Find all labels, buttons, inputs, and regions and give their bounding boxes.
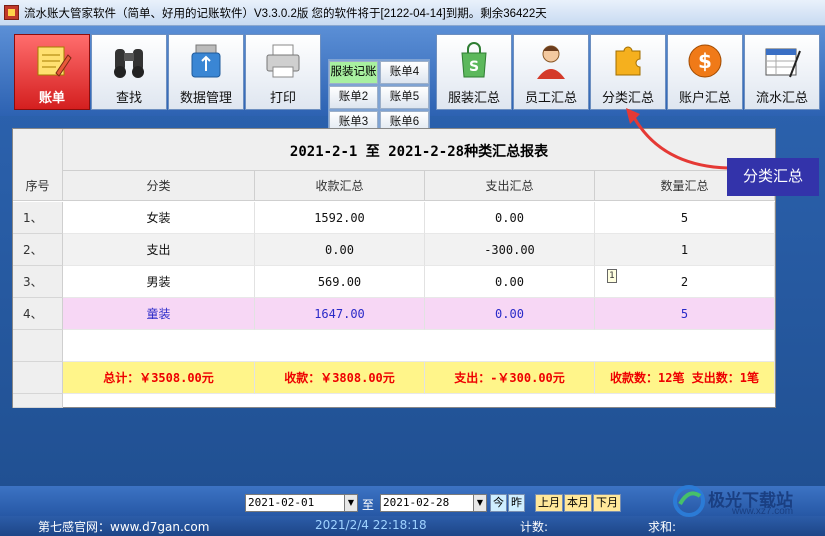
category-summary-button[interactable]: 分类汇总: [590, 34, 666, 110]
ledger-icon: [762, 41, 802, 81]
cell-note-marker[interactable]: 1: [607, 269, 617, 283]
summary-counts: 收款数：12笔 支出数：1笔: [595, 362, 775, 394]
table-cell-qty[interactable]: 2: [595, 266, 775, 298]
next-month-button[interactable]: 下月: [593, 494, 621, 512]
category-summary-label: 分类汇总: [601, 90, 654, 105]
employee-summary-button[interactable]: 员工汇总: [513, 34, 589, 110]
table-corner: [13, 129, 63, 171]
row-number: 4、: [13, 298, 63, 330]
col-header-expense[interactable]: 支出汇总: [425, 171, 595, 201]
table-cell-income[interactable]: 0.00: [255, 234, 425, 266]
end-date-field[interactable]: 2021-02-28: [380, 494, 474, 512]
employee-summary-label: 员工汇总: [524, 90, 577, 105]
table-cell-category[interactable]: 支出: [63, 234, 255, 266]
yesterday-button[interactable]: 昨: [508, 494, 525, 512]
chevron-down-icon[interactable]: ▼: [344, 494, 358, 512]
puzzle-icon: [608, 41, 648, 81]
start-date-field[interactable]: 2021-02-01: [245, 494, 345, 512]
bill-button[interactable]: 账单: [14, 34, 90, 110]
table-cell-expense[interactable]: 0.00: [425, 298, 595, 330]
summary-income: 收款：￥3808.00元: [255, 362, 425, 394]
main-toolbar: 账单 查找 数据管理 打印 服装记账 账单4 账单2 账单5 账单3 账单6 S…: [0, 26, 825, 137]
table-cell-qty[interactable]: 1: [595, 234, 775, 266]
watermark-logo-icon: [673, 485, 705, 517]
row-number-empty: [13, 330, 63, 362]
watermark: 极光下载站 www.xz7.com: [672, 484, 822, 518]
print-button-label: 打印: [269, 90, 296, 105]
notebook-pencil-icon: [32, 41, 72, 81]
ledger-summary-label: 流水汇总: [755, 90, 808, 105]
bill-button-label: 账单: [38, 90, 65, 105]
callout-label: 分类汇总: [727, 158, 819, 196]
status-count: 计数:: [520, 520, 549, 534]
col-header-income[interactable]: 收款汇总: [255, 171, 425, 201]
status-website[interactable]: 第七感官网：www.d7gan.com: [38, 518, 209, 535]
callout-arrow: [626, 108, 729, 170]
account-selector: 服装记账 账单4 账单2 账单5 账单3 账单6: [328, 59, 430, 137]
search-button[interactable]: 查找: [91, 34, 167, 110]
table-cell-category[interactable]: 男装: [63, 266, 255, 298]
svg-text:S: S: [469, 59, 479, 75]
app-window: 流水账大管家软件（简单、好用的记账软件）V3.3.0.2版 您的软件将于[212…: [0, 0, 825, 536]
svg-text:$: $: [698, 49, 712, 73]
data-management-button-label: 数据管理: [179, 90, 232, 105]
table-cell-expense[interactable]: -300.00: [425, 234, 595, 266]
account-clothing[interactable]: 服装记账: [329, 61, 378, 84]
ledger-summary-button[interactable]: 流水汇总: [744, 34, 820, 110]
dollar-icon: $: [685, 41, 725, 81]
usb-drive-icon: [186, 41, 226, 81]
last-month-button[interactable]: 上月: [535, 494, 563, 512]
summary-total: 总计：￥3508.00元: [63, 362, 255, 394]
today-button[interactable]: 今: [490, 494, 507, 512]
row-number: 1、: [13, 202, 63, 234]
search-button-label: 查找: [115, 90, 142, 105]
table-cell-income[interactable]: 1647.00: [255, 298, 425, 330]
this-month-button[interactable]: 本月: [564, 494, 592, 512]
title-bar: 流水账大管家软件（简单、好用的记账软件）V3.3.0.2版 您的软件将于[212…: [0, 0, 825, 26]
chevron-down-icon[interactable]: ▼: [473, 494, 487, 512]
clothing-summary-label: 服装汇总: [447, 90, 500, 105]
account-2[interactable]: 账单2: [329, 86, 378, 109]
summary-expense: 支出：-￥300.00元: [425, 362, 595, 394]
row-number: 2、: [13, 234, 63, 266]
col-header-category[interactable]: 分类: [63, 171, 255, 201]
table-cell-category[interactable]: 女装: [63, 202, 255, 234]
table-cell-qty[interactable]: 5: [595, 298, 775, 330]
date-to-label: 至: [362, 498, 375, 512]
table-cell-qty[interactable]: 5: [595, 202, 775, 234]
table-cell-expense[interactable]: 0.00: [425, 266, 595, 298]
status-bar: 第七感官网：www.d7gan.com 2021/2/4 22:18:18 计数…: [0, 516, 825, 536]
account-summary-label: 账户汇总: [678, 90, 731, 105]
app-icon: [4, 5, 19, 20]
binoculars-icon: [109, 41, 149, 81]
row-number-trailing: [13, 394, 63, 408]
watermark-url: www.xz7.com: [732, 506, 794, 517]
clothing-summary-button[interactable]: S 服装汇总: [436, 34, 512, 110]
col-header-no[interactable]: 序号: [13, 171, 63, 201]
printer-icon: [263, 41, 303, 81]
status-sum: 求和:: [648, 520, 677, 534]
data-management-button[interactable]: 数据管理: [168, 34, 244, 110]
print-button[interactable]: 打印: [245, 34, 321, 110]
row-number: 3、: [13, 266, 63, 298]
table-cell-category[interactable]: 童装: [63, 298, 255, 330]
table-cell-income[interactable]: 1592.00: [255, 202, 425, 234]
account-5[interactable]: 账单5: [380, 86, 429, 109]
row-number-summary: [13, 362, 63, 394]
account-summary-button[interactable]: $ 账户汇总: [667, 34, 743, 110]
shopping-bag-icon: S: [454, 41, 494, 81]
status-datetime: 2021/2/4 22:18:18: [315, 518, 427, 532]
window-title: 流水账大管家软件（简单、好用的记账软件）V3.3.0.2版 您的软件将于[212…: [24, 8, 547, 20]
account-4[interactable]: 账单4: [380, 61, 429, 84]
employee-icon: [531, 41, 571, 81]
empty-row[interactable]: [63, 330, 775, 362]
table-cell-income[interactable]: 569.00: [255, 266, 425, 298]
table-cell-expense[interactable]: 0.00: [425, 202, 595, 234]
